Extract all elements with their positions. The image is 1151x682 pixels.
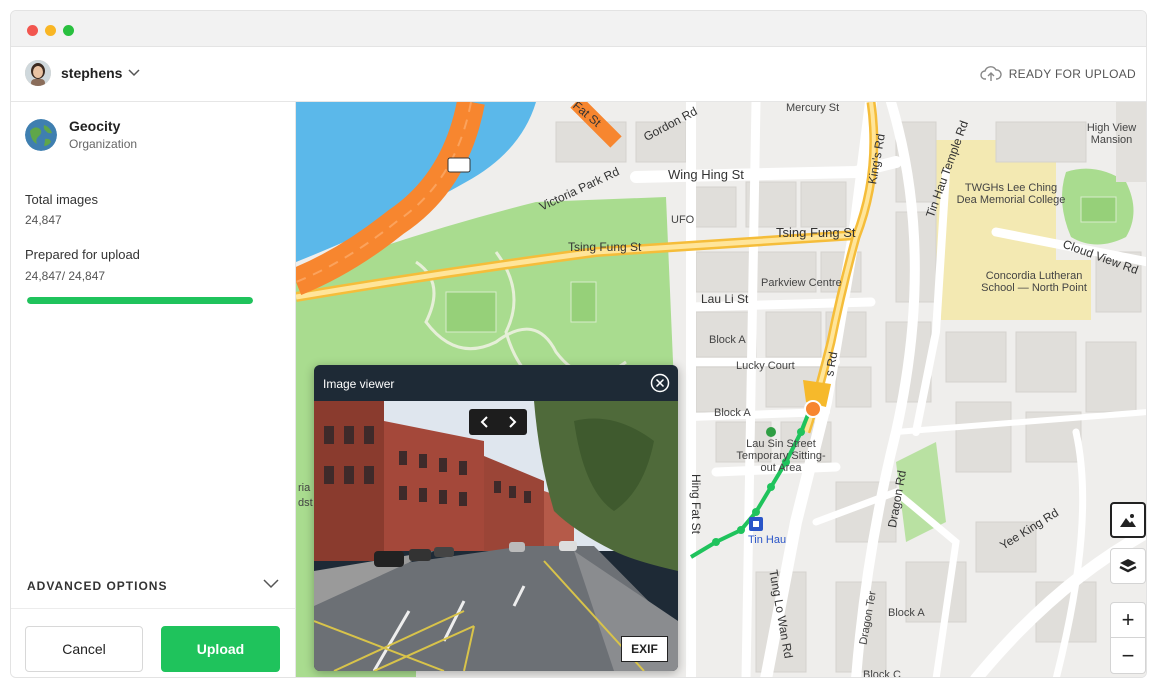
map-label: dst <box>298 497 313 509</box>
chevron-left-icon <box>480 416 488 428</box>
map-label: Lau Sin Street Temporary Sitting-out Are… <box>736 438 826 474</box>
globe-icon <box>25 118 57 151</box>
map-label: Tsing Fung St <box>776 225 856 240</box>
cancel-button[interactable]: Cancel <box>25 626 143 672</box>
image-viewer-panel: Image viewer EXIF <box>314 365 678 671</box>
map-label: Block A <box>714 407 751 419</box>
map-label: Lucky Court <box>736 360 795 372</box>
map-label: Block A <box>709 334 746 346</box>
title-bar <box>11 11 1146 47</box>
chevron-right-icon <box>508 416 516 428</box>
upload-status: READY FOR UPLOAD <box>980 66 1136 82</box>
map-label: Block C <box>863 669 901 678</box>
map-label: Tsing Fung St <box>568 240 642 254</box>
status-text: READY FOR UPLOAD <box>1008 67 1136 81</box>
minimize-window-button[interactable] <box>45 25 56 36</box>
image-viewer-header: Image viewer <box>314 365 678 401</box>
zoom-out-button[interactable]: − <box>1111 638 1145 673</box>
image-icon <box>1120 514 1136 527</box>
map-label: Lau Li St <box>701 292 749 306</box>
app-window: stephens READY FOR UPLOAD Geocity Organi… <box>10 10 1147 678</box>
total-images-value: 24,847 <box>25 213 62 227</box>
next-image-button[interactable] <box>498 409 527 435</box>
advanced-options-label: ADVANCED OPTIONS <box>27 579 168 593</box>
map-label: Block A <box>888 607 925 619</box>
upload-progress-bar <box>27 297 253 304</box>
map-label: UFO <box>671 214 695 226</box>
advanced-options-toggle[interactable]: ADVANCED OPTIONS <box>11 567 295 609</box>
map-label: Hing Fat St <box>689 473 704 535</box>
organization-type: Organization <box>69 137 138 151</box>
user-name: stephens <box>61 65 123 81</box>
user-menu[interactable]: stephens <box>25 60 140 86</box>
previous-image-button[interactable] <box>469 409 498 435</box>
organization-name: Geocity <box>69 118 121 134</box>
image-nav <box>469 409 527 435</box>
organization: Geocity Organization <box>25 118 137 151</box>
cloud-upload-icon <box>980 66 1002 81</box>
upload-button[interactable]: Upload <box>161 626 280 672</box>
close-icon[interactable] <box>650 373 670 393</box>
chevron-down-icon <box>128 69 140 77</box>
progress-fill <box>27 297 253 304</box>
map-label: Mercury St <box>786 102 840 114</box>
street-photo-image <box>314 401 678 671</box>
photo-layer-button[interactable] <box>1110 502 1146 538</box>
street-photo[interactable]: EXIF <box>314 401 678 671</box>
total-images-label: Total images <box>25 192 98 207</box>
zoom-in-button[interactable]: + <box>1111 603 1145 638</box>
map-label: TWGHs Lee Ching Dea Memorial College <box>956 182 1066 206</box>
chevron-down-icon <box>263 579 279 589</box>
layers-icon <box>1119 559 1137 573</box>
image-viewer-title: Image viewer <box>323 377 395 391</box>
map-label: Tin Hau <box>748 534 787 546</box>
map-label: High View Mansion <box>1086 122 1137 146</box>
layers-button[interactable] <box>1110 548 1146 584</box>
zoom-controls: + − <box>1110 602 1146 674</box>
prepared-value: 24,847/ 24,847 <box>25 269 106 283</box>
map-label: Wing Hing St <box>668 167 744 182</box>
sidebar: Geocity Organization Total images 24,847… <box>11 102 296 677</box>
exif-button[interactable]: EXIF <box>621 636 668 662</box>
avatar <box>25 60 51 86</box>
map-label: ria <box>298 482 311 494</box>
map-label: Parkview Centre <box>761 277 842 289</box>
prepared-label: Prepared for upload <box>25 247 140 262</box>
maximize-window-button[interactable] <box>63 25 74 36</box>
top-bar: stephens READY FOR UPLOAD <box>11 47 1146 102</box>
map-label: Concordia Lutheran School — North Point <box>981 270 1087 294</box>
close-window-button[interactable] <box>27 25 38 36</box>
